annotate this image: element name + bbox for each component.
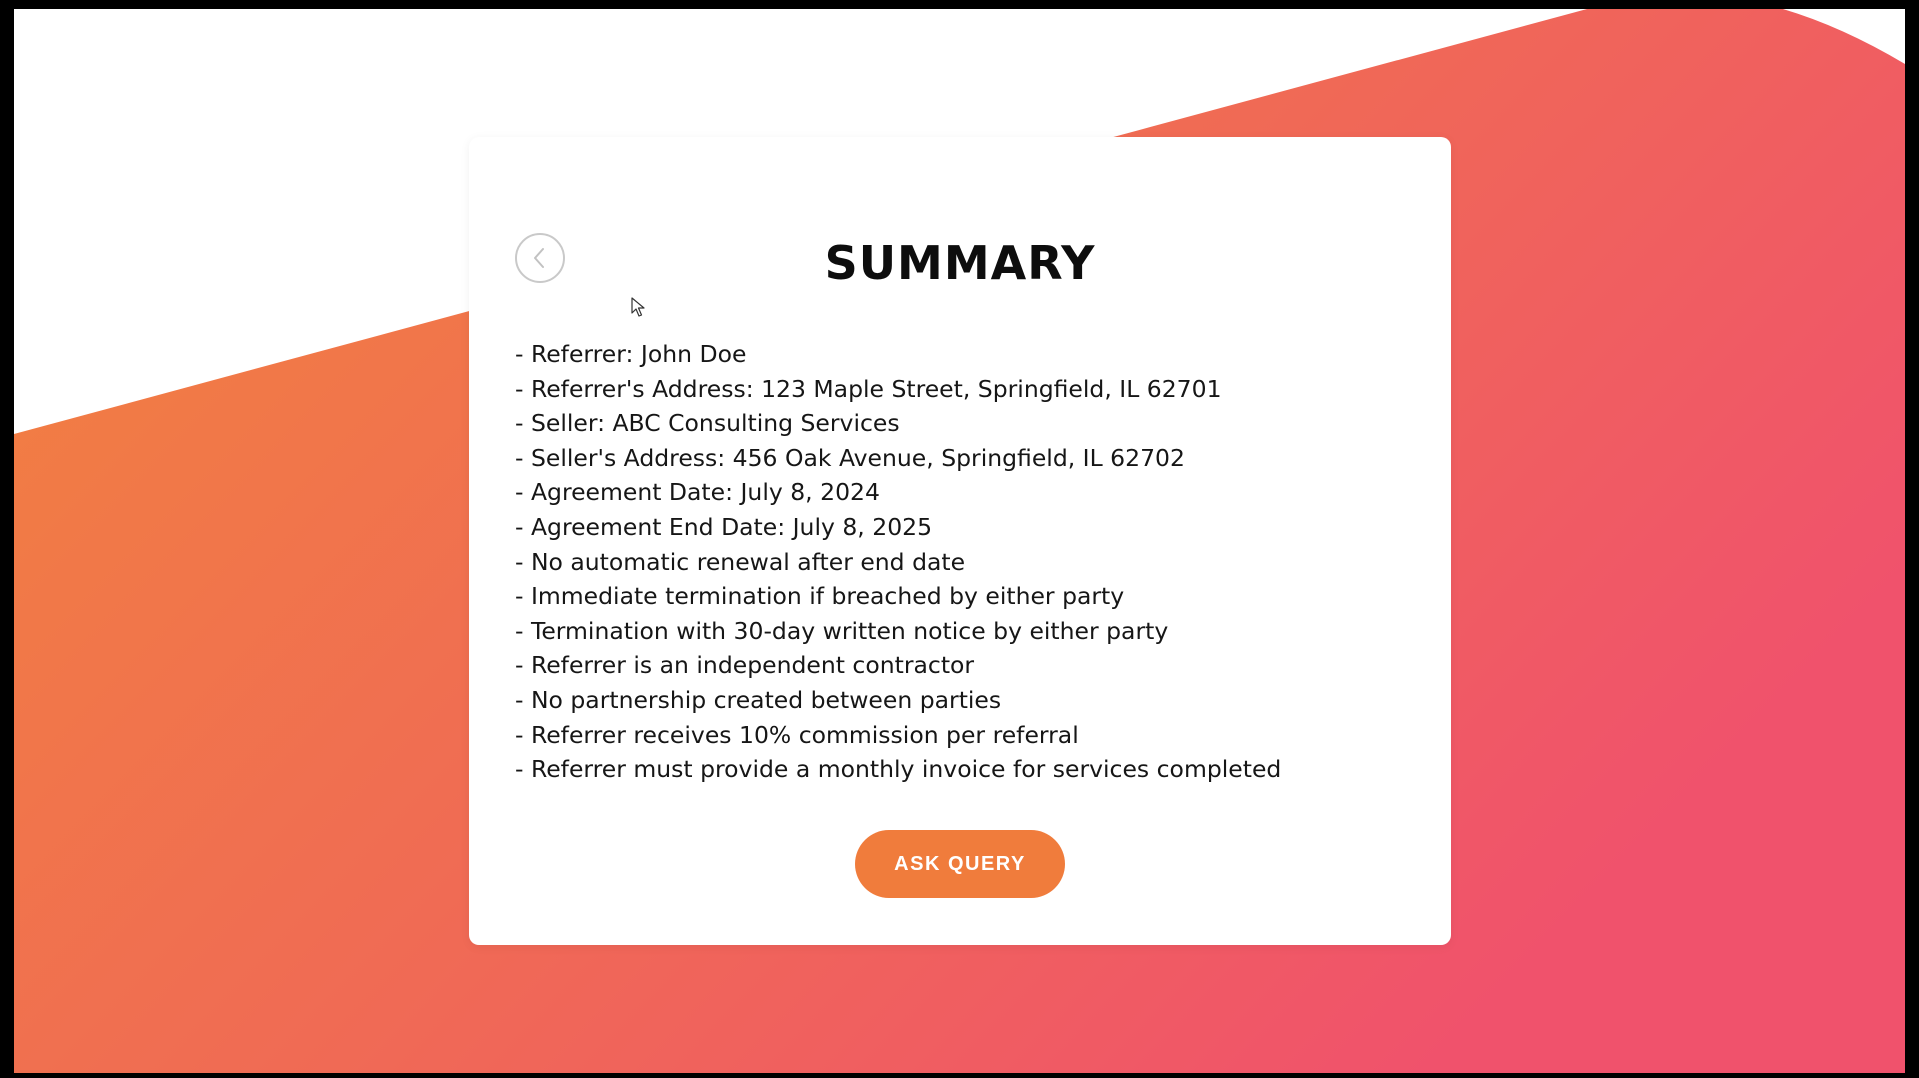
summary-item-commission: Referrer receives 10% commission per ref… (515, 718, 1281, 753)
summary-item-agreement-end-date: Agreement End Date: July 8, 2025 (515, 510, 1281, 545)
app-viewport: SUMMARY Referrer: John Doe Referrer's Ad… (14, 9, 1905, 1073)
summary-card: SUMMARY Referrer: John Doe Referrer's Ad… (469, 137, 1451, 945)
summary-list: Referrer: John Doe Referrer's Address: 1… (515, 337, 1281, 787)
summary-item-referrer-address: Referrer's Address: 123 Maple Street, Sp… (515, 372, 1281, 407)
summary-item-referrer: Referrer: John Doe (515, 337, 1281, 372)
summary-item-no-renewal: No automatic renewal after end date (515, 545, 1281, 580)
summary-item-agreement-date: Agreement Date: July 8, 2024 (515, 475, 1281, 510)
mouse-pointer-icon (631, 297, 645, 321)
summary-item-notice-termination: Termination with 30-day written notice b… (515, 614, 1281, 649)
page-title: SUMMARY (824, 236, 1096, 290)
summary-item-independent-contractor: Referrer is an independent contractor (515, 648, 1281, 683)
summary-item-seller-address: Seller's Address: 456 Oak Avenue, Spring… (515, 441, 1281, 476)
summary-item-immediate-termination: Immediate termination if breached by eit… (515, 579, 1281, 614)
summary-item-seller: Seller: ABC Consulting Services (515, 406, 1281, 441)
ask-query-button[interactable]: ASK QUERY (855, 830, 1065, 898)
summary-item-no-partnership: No partnership created between parties (515, 683, 1281, 718)
summary-item-monthly-invoice: Referrer must provide a monthly invoice … (515, 752, 1281, 787)
